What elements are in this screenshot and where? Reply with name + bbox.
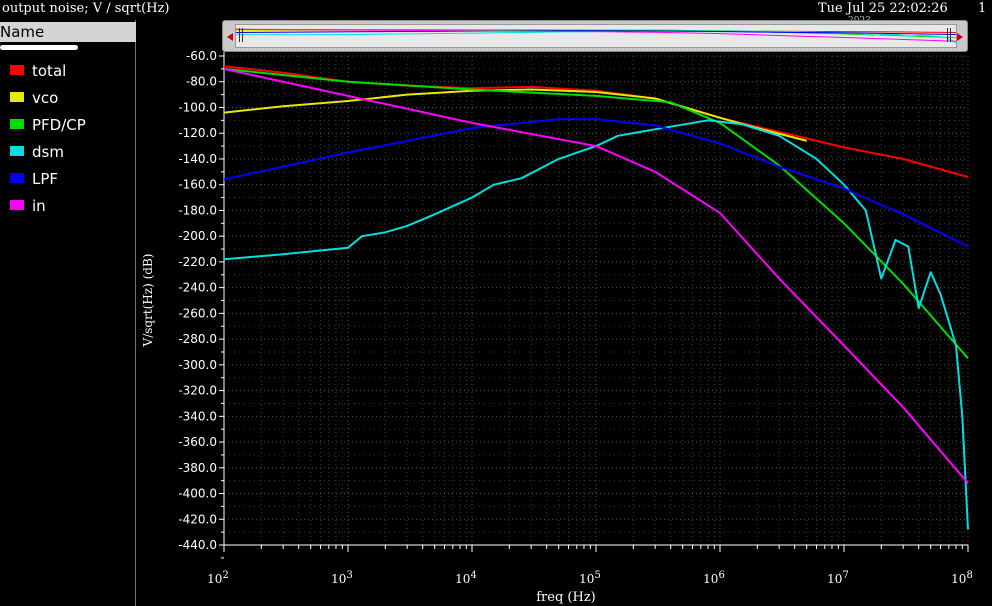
series-total	[223, 65, 969, 178]
legend-item-dsm[interactable]: dsm	[10, 143, 64, 161]
y-tick-label: -80.0	[186, 75, 217, 89]
legend-label: LPF	[32, 170, 59, 188]
scroll-right-icon[interactable]	[957, 33, 963, 41]
legend-label: vco	[32, 89, 59, 107]
scroll-grip-left-icon[interactable]	[239, 28, 243, 42]
x-tick-label: 107	[827, 570, 849, 586]
y-tick-label: -280.0	[178, 332, 217, 346]
overview-plot	[236, 28, 956, 44]
y-tick-label: -180.0	[178, 203, 217, 217]
y-tick-label: -100.0	[178, 100, 217, 114]
scroll-grip-right-icon[interactable]	[947, 28, 951, 42]
legend-item-vco[interactable]: vco	[10, 89, 58, 107]
series-vco	[223, 88, 807, 142]
legend-label: PFD/CP	[32, 116, 86, 134]
scroller-track[interactable]	[235, 24, 957, 48]
x-tick-label: 104	[455, 570, 477, 586]
legend-item-pfd-cp[interactable]: PFD/CP	[10, 116, 86, 134]
y-tick-label: -440.0	[178, 538, 217, 552]
plot-title: output noise; V / sqrt(Hz)	[2, 1, 170, 16]
legend-panel: Name total vco PFD/CP dsm LPF in	[0, 20, 136, 606]
legend-label: dsm	[32, 143, 64, 161]
legend-label: total	[32, 62, 67, 80]
y-tick-label: -300.0	[178, 358, 217, 372]
timestamp: Tue Jul 25 22:02:26	[818, 1, 948, 16]
y-tick-label: -220.0	[178, 255, 217, 269]
legend-swatch	[10, 118, 24, 129]
legend-item-lpf[interactable]: LPF	[10, 170, 58, 188]
x-tick-label: 102	[207, 570, 229, 586]
page-number: 1	[978, 1, 987, 16]
y-tick-label: -420.0	[178, 512, 217, 526]
legend-swatch	[10, 199, 24, 210]
legend-item-total[interactable]: total	[10, 62, 66, 80]
legend-swatch	[10, 145, 24, 156]
y-tick-label: -400.0	[178, 487, 217, 501]
y-tick-label: -340.0	[178, 409, 217, 423]
x-tick-label: 105	[579, 570, 601, 586]
x-axis-label: freq (Hz)	[536, 590, 596, 605]
x-tick-label: 106	[703, 570, 725, 586]
series-dsm	[223, 119, 969, 530]
y-tick-label: -160.0	[178, 178, 217, 192]
y-tick-label: -240.0	[178, 281, 217, 295]
noise-chart: -60.0 -80.0 -100.0 -120.0 -140.0 -160.0 -180.0…	[141, 49, 973, 605]
y-tick-label: -60.0	[186, 49, 217, 63]
series-pfd-cp	[223, 67, 969, 360]
legend-item-in[interactable]: in	[10, 197, 46, 215]
series-lpf	[223, 118, 969, 248]
legend-label: in	[32, 197, 46, 215]
title-bar: output noise; V / sqrt(Hz) Tue Jul 25 22…	[0, 0, 992, 21]
y-axis-label: V/sqrt(Hz) (dB)	[141, 254, 155, 348]
y-tick-label: -320.0	[178, 384, 217, 398]
y-tick-label: -200.0	[178, 229, 217, 243]
y-tick-label: -260.0	[178, 306, 217, 320]
y-tick-label: -140.0	[178, 152, 217, 166]
y-tick-label: -360.0	[178, 435, 217, 449]
x-tick-label: 108	[951, 570, 973, 586]
y-tick-label: -380.0	[178, 461, 217, 475]
legend-swatch	[10, 64, 24, 75]
series-in	[223, 67, 969, 484]
legend-header[interactable]: Name	[0, 22, 136, 42]
scroll-left-icon[interactable]	[227, 33, 233, 41]
legend-swatch	[10, 172, 24, 183]
x-tick-label: 103	[331, 570, 353, 586]
legend-swatch	[10, 91, 24, 102]
legend-scrollbar[interactable]	[0, 45, 78, 50]
zoom-scroller[interactable]	[222, 20, 968, 52]
y-tick-label: -120.0	[178, 126, 217, 140]
